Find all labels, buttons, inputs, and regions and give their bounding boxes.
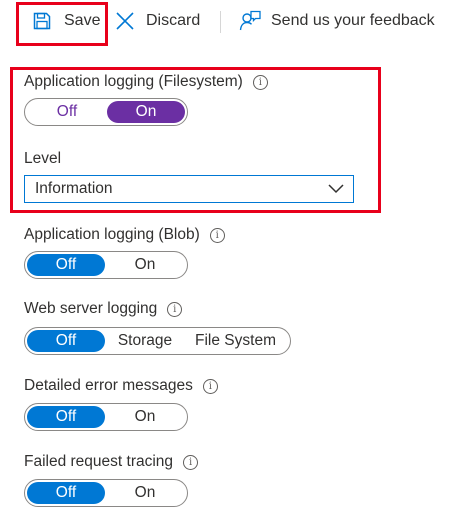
discard-label: Discard xyxy=(146,12,201,29)
toggle-option-off[interactable]: Off xyxy=(27,254,105,276)
save-icon xyxy=(33,12,51,30)
app-logging-filesystem-text: Application logging (Filesystem) xyxy=(24,73,243,90)
info-icon[interactable]: i xyxy=(252,74,268,90)
detailed-error-messages-label: Detailed error messages i xyxy=(24,377,218,395)
toggle-option-on[interactable]: On xyxy=(105,254,185,276)
info-icon[interactable]: i xyxy=(167,301,183,317)
command-bar: Save Discard Send us your feedback xyxy=(0,0,470,44)
toggle-option-on[interactable]: On xyxy=(107,101,185,123)
level-dropdown[interactable]: Information xyxy=(24,175,354,203)
detailed-error-messages-text: Detailed error messages xyxy=(24,377,193,394)
app-logging-filesystem-toggle[interactable]: Off On xyxy=(24,98,188,126)
save-button[interactable]: Save xyxy=(32,6,100,36)
info-icon[interactable]: i xyxy=(202,378,218,394)
app-logging-filesystem-label: Application logging (Filesystem) i xyxy=(24,73,268,91)
toggle-option-off[interactable]: Off xyxy=(27,406,105,428)
level-dropdown-value: Information xyxy=(35,180,113,197)
toggle-option-file-system[interactable]: File System xyxy=(185,330,286,352)
app-logging-blob-toggle[interactable]: Off On xyxy=(24,251,188,279)
app-logging-blob-text: Application logging (Blob) xyxy=(24,226,200,243)
info-icon[interactable]: i xyxy=(183,454,199,470)
info-icon[interactable]: i xyxy=(209,227,225,243)
toggle-option-off[interactable]: Off xyxy=(27,482,105,504)
web-server-logging-label: Web server logging i xyxy=(24,300,183,318)
toggle-option-on[interactable]: On xyxy=(105,406,185,428)
web-server-logging-text: Web server logging xyxy=(24,300,158,317)
toggle-option-off[interactable]: Off xyxy=(27,101,107,123)
feedback-label: Send us your feedback xyxy=(271,12,435,29)
app-service-logs-page: Save Discard Send us your feedback Appli… xyxy=(0,0,470,514)
toggle-option-storage[interactable]: Storage xyxy=(105,330,185,352)
toggle-option-on[interactable]: On xyxy=(105,482,185,504)
toggle-option-off[interactable]: Off xyxy=(27,330,105,352)
detailed-error-messages-toggle[interactable]: Off On xyxy=(24,403,188,431)
chevron-down-icon xyxy=(328,184,344,194)
close-icon xyxy=(116,12,134,30)
toolbar-separator xyxy=(220,11,221,33)
feedback-button[interactable]: Send us your feedback xyxy=(239,6,435,36)
failed-request-tracing-toggle[interactable]: Off On xyxy=(24,479,188,507)
level-label-text: Level xyxy=(24,150,62,167)
failed-request-tracing-text: Failed request tracing xyxy=(24,453,174,470)
failed-request-tracing-label: Failed request tracing i xyxy=(24,453,199,471)
save-label: Save xyxy=(64,12,101,29)
level-label: Level xyxy=(24,150,61,168)
app-logging-blob-label: Application logging (Blob) i xyxy=(24,226,225,244)
discard-button[interactable]: Discard xyxy=(114,6,200,36)
feedback-icon xyxy=(239,10,261,31)
web-server-logging-toggle[interactable]: Off Storage File System xyxy=(24,327,291,355)
